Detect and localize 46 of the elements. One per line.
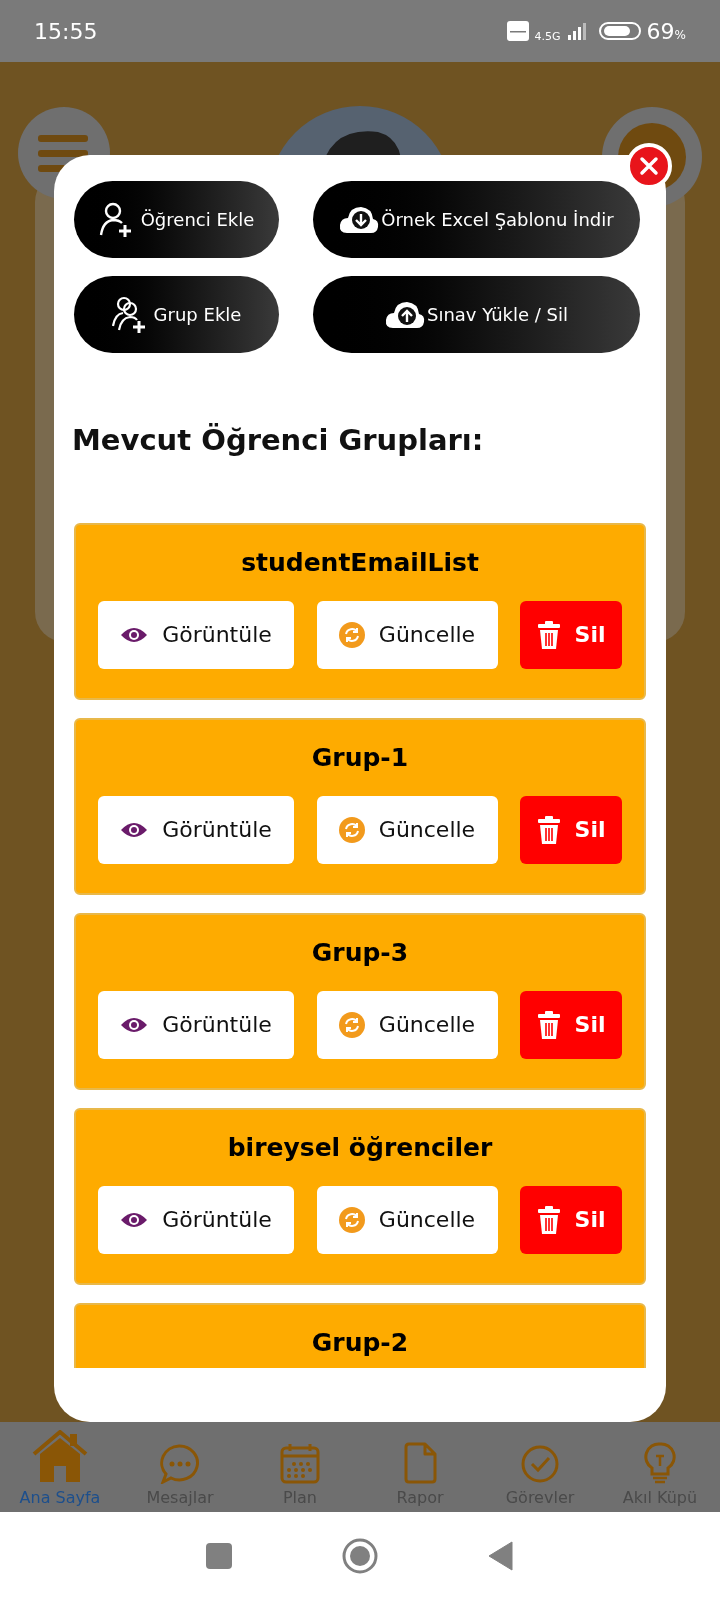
chat-icon xyxy=(159,1444,201,1484)
refresh-icon xyxy=(338,1011,365,1038)
action-button[interactable]: Grup Ekle xyxy=(74,276,279,353)
network-type: 4.5G xyxy=(534,30,561,42)
refresh-icon xyxy=(338,1206,365,1233)
view-button[interactable]: Görüntüle xyxy=(98,795,294,864)
home-button-icon xyxy=(342,1538,378,1574)
percent-sign: % xyxy=(674,27,686,44)
section-heading: Mevcut Öğrenci Grupları: xyxy=(72,422,485,459)
refresh-icon xyxy=(338,621,365,648)
back-icon xyxy=(488,1541,514,1571)
close-icon xyxy=(639,156,659,176)
delete-button[interactable]: Sil xyxy=(520,990,622,1059)
action-button[interactable]: Öğrenci Ekle xyxy=(74,181,279,258)
group-name: Grup-3 xyxy=(311,936,409,969)
group-name: bireysel öğrenciler xyxy=(227,1131,493,1164)
trash-icon xyxy=(536,620,561,649)
trash-icon xyxy=(536,1205,561,1234)
update-button[interactable]: Güncelle xyxy=(316,1185,498,1254)
group-name: Grup-2 xyxy=(311,1326,409,1359)
view-button[interactable]: Görüntüle xyxy=(98,1185,294,1254)
signal-icon xyxy=(566,21,587,41)
delete-button[interactable]: Sil xyxy=(520,600,622,669)
clock-time: 15:55 xyxy=(34,17,98,46)
trash-icon xyxy=(536,815,561,844)
lightbulb-icon xyxy=(644,1442,676,1484)
calendar-icon xyxy=(280,1443,320,1484)
refresh-icon xyxy=(338,816,365,843)
group-name: Grup-1 xyxy=(311,741,409,774)
checkmark-circle-icon xyxy=(520,1444,560,1484)
update-button[interactable]: Güncelle xyxy=(316,990,498,1059)
trash-icon xyxy=(536,1010,561,1039)
view-button[interactable]: Görüntüle xyxy=(98,990,294,1059)
square-icon xyxy=(206,1543,232,1569)
home-icon xyxy=(30,1430,90,1484)
delete-button[interactable]: Sil xyxy=(520,795,622,864)
battery-icon xyxy=(598,21,641,41)
action-button[interactable]: Örnek Excel Şablonu İndir xyxy=(313,181,640,258)
document-icon xyxy=(402,1442,438,1484)
update-button[interactable]: Güncelle xyxy=(316,600,498,669)
view-button[interactable]: Görüntüle xyxy=(98,600,294,669)
update-button[interactable]: Güncelle xyxy=(316,795,498,864)
battery-percent: 69 xyxy=(646,17,675,46)
delete-button[interactable]: Sil xyxy=(520,1185,622,1254)
group-name: studentEmailList xyxy=(241,546,479,579)
action-button[interactable]: Sınav Yükle / Sil xyxy=(313,276,640,353)
